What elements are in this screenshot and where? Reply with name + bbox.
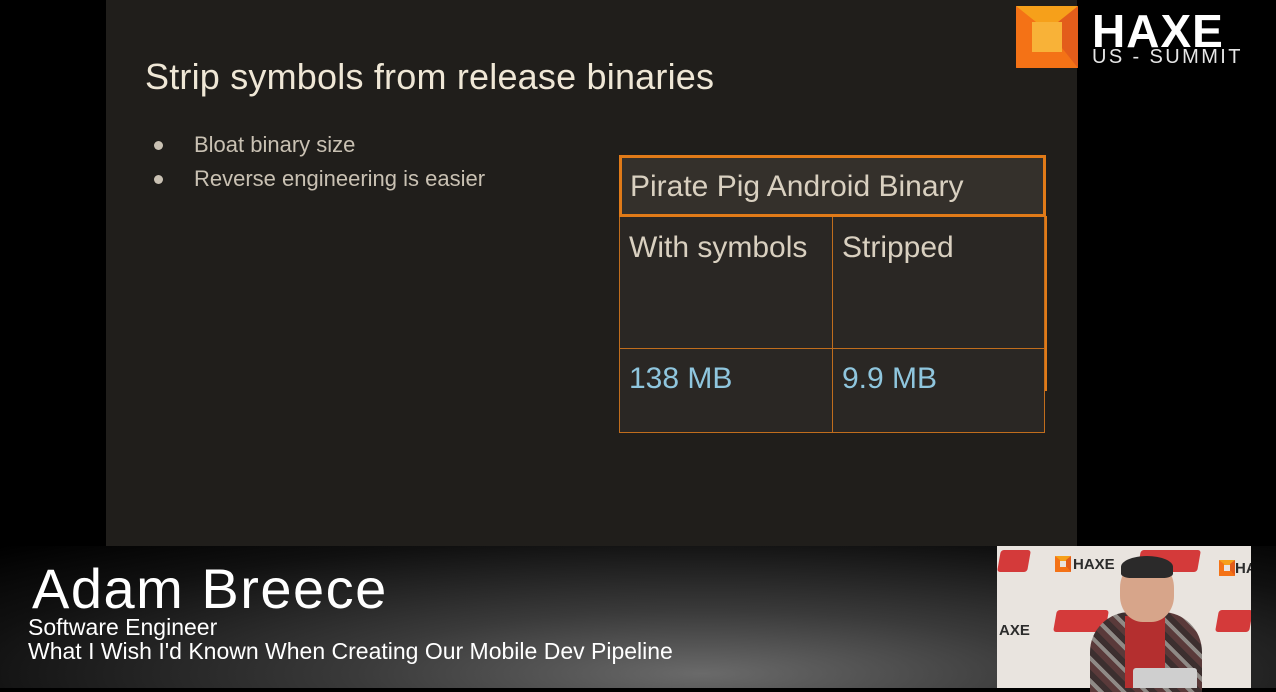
- bullet-text: Bloat binary size: [194, 132, 356, 157]
- speaker-hair: [1121, 556, 1173, 578]
- table-highlight-border: [1045, 216, 1047, 391]
- speaker-role: Software Engineer: [28, 614, 218, 640]
- table-caption: Pirate Pig Android Binary: [619, 155, 1046, 217]
- laptop: [1133, 668, 1197, 688]
- slide-title: Strip symbols from release binaries: [145, 56, 715, 97]
- binary-size-table: Pirate Pig Android Binary With symbols S…: [619, 155, 1047, 433]
- bullet-dot-icon: [154, 175, 163, 184]
- table-value-with-symbols: 138 MB: [620, 348, 833, 432]
- talk-title: What I Wish I'd Known When Creating Our …: [28, 638, 673, 664]
- logo-subtitle: US - SUMMIT: [1092, 46, 1243, 68]
- table-header-stripped: Stripped: [842, 231, 954, 264]
- sponsor-banner: [1215, 610, 1251, 632]
- sponsor-banner: [997, 550, 1031, 572]
- haxe-summit-logo: HAXE US - SUMMIT: [1016, 5, 1256, 70]
- backdrop-haxe-text: AXE: [999, 622, 1030, 639]
- table-value-stripped: 9.9 MB: [842, 362, 938, 395]
- speaker-name: Adam Breece: [32, 557, 388, 620]
- bullet-list: Bloat binary size Reverse engineering is…: [154, 130, 485, 198]
- backdrop-haxe-text: HA: [1235, 560, 1251, 577]
- backdrop-haxe-text: HAXE: [1073, 556, 1115, 573]
- presentation-slide: Strip symbols from release binaries Bloa…: [106, 0, 1077, 546]
- bullet-item: Reverse engineering is easier: [154, 164, 485, 198]
- haxe-logo-icon: [1055, 556, 1071, 572]
- haxe-logo-icon: [1219, 560, 1235, 576]
- bullet-item: Bloat binary size: [154, 130, 485, 164]
- table-header-with-symbols: With symbols: [620, 217, 833, 349]
- bullet-dot-icon: [154, 141, 163, 150]
- haxe-logo-icon: [1016, 6, 1078, 68]
- bullet-text: Reverse engineering is easier: [194, 166, 486, 191]
